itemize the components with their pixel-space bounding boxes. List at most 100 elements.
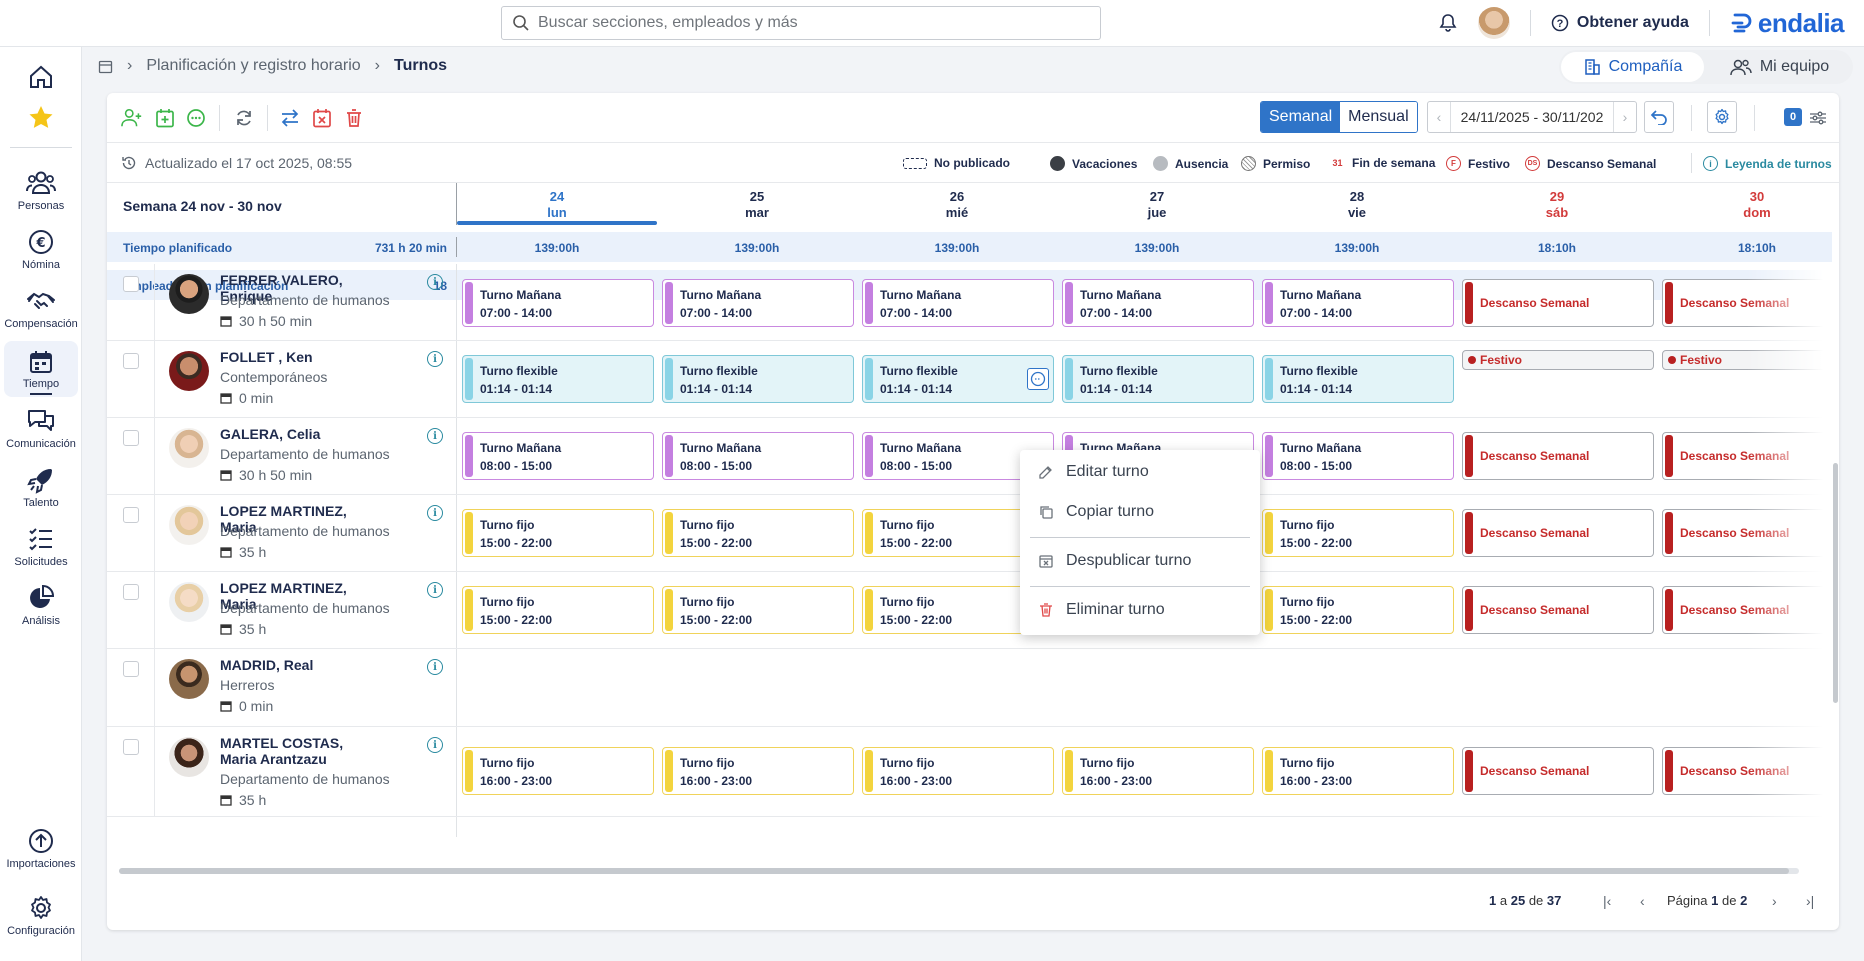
favorites-button[interactable] (4, 103, 78, 136)
shift-legend-link[interactable]: i Leyenda de turnos (1703, 156, 1832, 171)
shift-cell[interactable]: Turno Mañana 07:00 - 14:00 (662, 279, 854, 327)
bell-icon[interactable] (1438, 13, 1458, 33)
more-options-button[interactable] (185, 107, 207, 129)
shift-cell[interactable]: Turno fijo 16:00 - 23:00 (1262, 747, 1454, 795)
swap-button[interactable] (279, 107, 301, 129)
search-input[interactable]: Buscar secciones, empleados y más (538, 14, 798, 32)
rest-day-cell[interactable]: Descanso Semanal (1462, 432, 1654, 480)
info-icon[interactable]: i (427, 737, 443, 753)
shift-cell[interactable]: Turno fijo 16:00 - 23:00 (462, 747, 654, 795)
shift-cell[interactable]: Turno fijo 15:00 - 22:00 (462, 586, 654, 634)
settings-button[interactable] (1707, 101, 1737, 133)
sidebar-item-configuracion[interactable]: Configuración (4, 894, 78, 937)
prev-week-button[interactable]: ‹ (1428, 102, 1450, 132)
sidebar-item-tiempo[interactable]: Tiempo (4, 341, 78, 397)
shift-cell[interactable]: Turno flexible 01:14 - 01:14 (462, 355, 654, 403)
sidebar-item-importaciones[interactable]: Importaciones (4, 827, 78, 870)
row-checkbox[interactable] (123, 276, 139, 292)
shift-cell[interactable]: Turno Mañana 08:00 - 15:00 (462, 432, 654, 480)
breadcrumb-parent[interactable]: Planificación y registro horario (146, 57, 360, 75)
shift-cell[interactable]: Turno Mañana 08:00 - 15:00 (662, 432, 854, 480)
row-checkbox[interactable] (123, 430, 139, 446)
edit-shift-item[interactable]: Editar turno (1038, 463, 1149, 481)
shift-cell[interactable]: Turno fijo 15:00 - 22:00 (662, 586, 854, 634)
row-checkbox[interactable] (123, 353, 139, 369)
weekly-button[interactable]: Semanal (1261, 102, 1341, 132)
sidebar-item-nomina[interactable]: € Nómina (4, 228, 78, 271)
prev-page-button[interactable]: ‹ (1640, 893, 1645, 909)
employee-name[interactable]: MARTEL COSTAS, Maria Arantzazu (220, 735, 375, 767)
info-icon[interactable]: i (427, 582, 443, 598)
vertical-scrollbar[interactable] (1833, 463, 1838, 703)
day-header[interactable]: 25 mar (657, 183, 857, 225)
info-icon[interactable]: i (427, 351, 443, 367)
shift-cell[interactable]: Turno flexible 01:14 - 01:14 (1262, 355, 1454, 403)
rest-day-cell[interactable]: Descanso Semanal (1462, 509, 1654, 557)
day-header[interactable]: 27 jue (1057, 183, 1257, 225)
day-header[interactable]: 29 sáb (1457, 183, 1657, 225)
row-checkbox[interactable] (123, 507, 139, 523)
unpublish-shift-item[interactable]: Despublicar turno (1038, 552, 1191, 570)
clear-week-button[interactable] (311, 107, 333, 129)
rest-day-cell[interactable]: Descanso Semanal (1662, 586, 1832, 634)
info-icon[interactable]: i (427, 659, 443, 675)
sidebar-item-compensacion[interactable]: Compensación (4, 287, 78, 330)
delete-button[interactable] (343, 107, 365, 129)
shift-cell[interactable]: Turno fijo 15:00 - 22:00 (1262, 586, 1454, 634)
day-header[interactable]: 26 mié (857, 183, 1057, 225)
shift-cell-selected[interactable]: Turno flexible 01:14 - 01:14 (862, 355, 1054, 403)
filters-button[interactable] (1807, 107, 1829, 129)
shift-cell[interactable]: Turno fijo 16:00 - 23:00 (862, 747, 1054, 795)
delete-shift-item[interactable]: Eliminar turno (1038, 601, 1165, 619)
shift-options-button[interactable] (1027, 368, 1049, 390)
shift-cell[interactable]: Turno fijo 15:00 - 22:00 (462, 509, 654, 557)
search-box[interactable]: Buscar secciones, empleados y más (501, 6, 1101, 40)
help-link[interactable]: ? Obtener ayuda (1551, 14, 1689, 32)
rest-day-cell[interactable]: Descanso Semanal (1462, 747, 1654, 795)
day-header[interactable]: 24 lun (457, 183, 657, 225)
day-header[interactable]: 28 vie (1257, 183, 1457, 225)
sidebar-item-solicitudes[interactable]: Solicitudes (4, 525, 78, 568)
rest-day-cell[interactable]: Descanso Semanal (1662, 509, 1832, 557)
rest-day-cell[interactable]: Descanso Semanal (1462, 279, 1654, 327)
date-range-value[interactable]: 24/11/2025 - 30/11/202 (1450, 102, 1614, 132)
monthly-button[interactable]: Mensual (1340, 102, 1417, 132)
rest-day-cell[interactable]: Descanso Semanal (1462, 586, 1654, 634)
sidebar-item-comunicacion[interactable]: Comunicación (4, 407, 78, 450)
row-checkbox[interactable] (123, 661, 139, 677)
shift-cell[interactable]: Turno fijo 15:00 - 22:00 (662, 509, 854, 557)
today-button[interactable] (1644, 101, 1674, 133)
last-page-button[interactable]: ›| (1806, 893, 1814, 909)
sidebar-item-analisis[interactable]: Análisis (4, 584, 78, 627)
shift-cell[interactable]: Turno Mañana 07:00 - 14:00 (1062, 279, 1254, 327)
copy-shift-item[interactable]: Copiar turno (1038, 503, 1154, 521)
shift-cell[interactable]: Turno Mañana 08:00 - 15:00 (1262, 432, 1454, 480)
rest-day-cell[interactable]: Descanso Semanal (1662, 747, 1832, 795)
refresh-button[interactable] (233, 107, 255, 129)
holiday-cell[interactable]: Festivo (1462, 350, 1654, 370)
first-page-button[interactable]: |‹ (1603, 893, 1611, 909)
holiday-cell[interactable]: Festivo (1662, 350, 1832, 370)
sidebar-item-talento[interactable]: Talento (4, 466, 78, 509)
employee-name[interactable]: FOLLET , Ken (220, 349, 375, 365)
sidebar-item-personas[interactable]: Personas (4, 169, 78, 212)
add-shift-button[interactable] (154, 107, 176, 129)
shift-cell[interactable]: Turno Mañana 07:00 - 14:00 (462, 279, 654, 327)
shift-cell[interactable]: Turno Mañana 07:00 - 14:00 (1262, 279, 1454, 327)
day-header[interactable]: 30 dom (1657, 183, 1839, 225)
horizontal-scrollbar[interactable] (119, 868, 1799, 874)
row-checkbox[interactable] (123, 584, 139, 600)
shift-cell[interactable]: Turno flexible 01:14 - 01:14 (662, 355, 854, 403)
shift-cell[interactable]: Turno Mañana 07:00 - 14:00 (862, 279, 1054, 327)
info-icon[interactable]: i (427, 505, 443, 521)
info-icon[interactable]: i (427, 428, 443, 444)
home-button[interactable] (4, 63, 78, 94)
company-toggle[interactable]: Compañía (1561, 52, 1704, 82)
info-icon[interactable]: i (427, 274, 443, 290)
next-page-button[interactable]: › (1772, 893, 1777, 909)
shift-cell[interactable]: Turno fijo 15:00 - 22:00 (1262, 509, 1454, 557)
next-week-button[interactable]: › (1614, 102, 1636, 132)
employee-name[interactable]: GALERA, Celia (220, 426, 375, 442)
shift-cell[interactable]: Turno fijo 16:00 - 23:00 (662, 747, 854, 795)
rest-day-cell[interactable]: Descanso Semanal (1662, 279, 1832, 327)
